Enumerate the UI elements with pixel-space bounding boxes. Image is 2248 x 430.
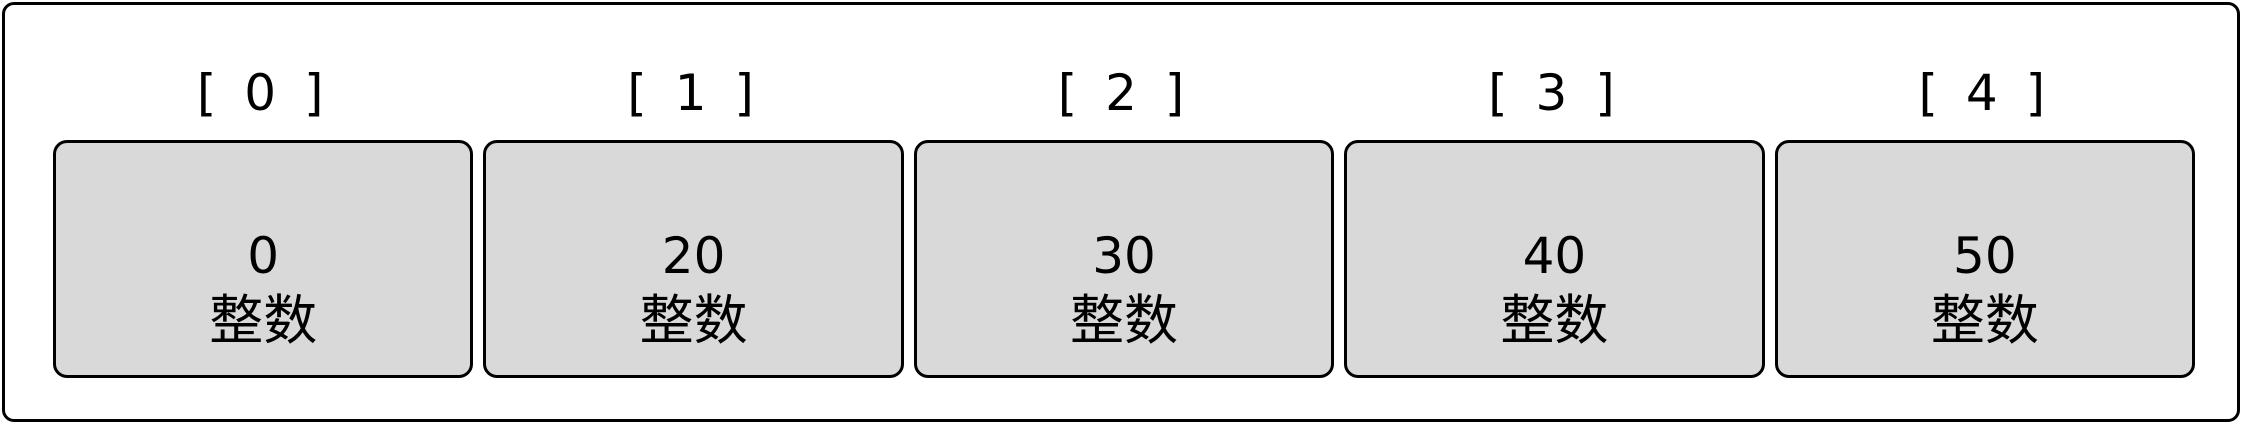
cell-value: 40 (1522, 227, 1587, 285)
cell-type: 整数 (639, 289, 748, 352)
array-cell: 50 整数 (1774, 140, 2196, 378)
index-label: [ 2 ] (1057, 63, 1191, 122)
cell-value: 0 (247, 227, 280, 285)
index-label: [ 4 ] (1918, 63, 2052, 122)
array-cell: 40 整数 (1344, 140, 1765, 378)
cell-type: 整数 (1930, 289, 2039, 352)
index-label: [ 1 ] (627, 63, 760, 122)
index-label: [ 0 ] (196, 63, 330, 122)
array-slot-1: [ 1 ] 20 整数 (483, 45, 904, 380)
array-slot-4: [ 4 ] 50 整数 (1774, 45, 2196, 380)
cell-value: 50 (1953, 227, 2017, 285)
cell-value: 20 (661, 227, 726, 285)
array-cell: 20 整数 (483, 140, 904, 378)
array-cell: 30 整数 (913, 140, 1335, 378)
cell-type: 整数 (1500, 289, 1609, 352)
cell-type: 整数 (209, 289, 318, 352)
array-slot-2: [ 2 ] 30 整数 (913, 45, 1335, 380)
cell-value: 30 (1092, 227, 1156, 285)
cell-type: 整数 (1070, 289, 1179, 352)
array-diagram: [ 0 ] 0 整数 [ 1 ] 20 整数 [ 2 ] 30 整数 [ 3 ]… (53, 45, 2196, 380)
array-slot-3: [ 3 ] 40 整数 (1344, 45, 1765, 380)
array-cell: 0 整数 (53, 140, 474, 378)
array-slot-0: [ 0 ] 0 整数 (53, 45, 474, 380)
index-label: [ 3 ] (1488, 63, 1621, 122)
